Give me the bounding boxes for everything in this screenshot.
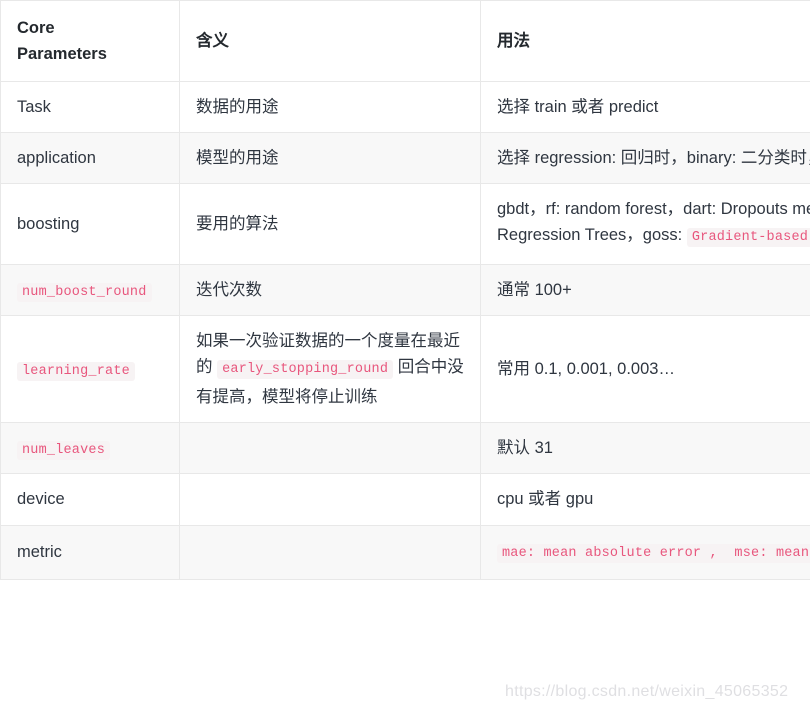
usage-text: cpu 或者 gpu [497, 490, 594, 509]
page-root: Core Parameters 含义 用法 Task 数据的用途 选择 trai… [0, 0, 810, 717]
table-row: application 模型的用途 选择 regression: 回归时，bin… [0, 132, 810, 185]
cell-meaning [179, 473, 481, 526]
cell-parameter-name: application [0, 132, 180, 185]
cell-parameter-name: learning_rate [0, 315, 180, 424]
column-header-meaning: 含义 [179, 0, 481, 83]
table-row: boosting 要用的算法 gbdt，rf: random forest，da… [0, 183, 810, 265]
core-parameters-table: Core Parameters 含义 用法 Task 数据的用途 选择 trai… [0, 0, 810, 581]
cell-usage: 通常 100+ [480, 263, 810, 317]
cell-usage: 选择 train 或者 predict [480, 81, 810, 134]
usage-text: 选择 train 或者 predict [497, 98, 659, 117]
cell-meaning: 要用的算法 [179, 183, 481, 265]
column-header-usage: 用法 [480, 0, 810, 83]
code-chip-metric-values: mae: mean absolute error , mse: mean squ… [497, 543, 810, 563]
table-row: learning_rate 如果一次验证数据的一个度量在最近的 early_st… [0, 315, 810, 424]
code-chip-parameter: learning_rate [17, 362, 135, 382]
cell-usage: 默认 31 [480, 422, 810, 475]
table-row: device cpu 或者 gpu [0, 473, 810, 526]
cell-parameter-name: Task [0, 81, 180, 134]
usage-text: 选择 regression: 回归时，binary: 二分类时，multicla… [497, 149, 810, 168]
table-row: num_leaves 默认 31 [0, 422, 810, 475]
table-header-row: Core Parameters 含义 用法 [0, 0, 810, 83]
usage-text: 通常 100+ [497, 281, 572, 300]
cell-usage: 选择 regression: 回归时，binary: 二分类时，multicla… [480, 132, 810, 185]
cell-usage: 常用 0.1, 0.001, 0.003… [480, 315, 810, 424]
cell-parameter-name: num_boost_round [0, 263, 180, 317]
table-row: metric mae: mean absolute error , mse: m… [0, 524, 810, 581]
code-chip-parameter: num_boost_round [17, 282, 152, 302]
cell-usage: mae: mean absolute error , mse: mean squ… [480, 524, 810, 581]
table-body: Task 数据的用途 选择 train 或者 predict applicati… [0, 81, 810, 581]
cell-meaning: 如果一次验证数据的一个度量在最近的 early_stopping_round 回… [179, 315, 481, 424]
cell-meaning [179, 524, 481, 581]
cell-meaning: 模型的用途 [179, 132, 481, 185]
code-chip-parameter: num_leaves [17, 441, 111, 461]
table-row: Task 数据的用途 选择 train 或者 predict [0, 81, 810, 134]
cell-parameter-name: metric [0, 524, 180, 581]
cell-usage: cpu 或者 gpu [480, 473, 810, 526]
table-row: num_boost_round 迭代次数 通常 100+ [0, 263, 810, 317]
usage-text: 常用 0.1, 0.001, 0.003… [497, 360, 675, 379]
code-chip-early-stopping-round: early_stopping_round [217, 360, 394, 380]
csdn-watermark: https://blog.csdn.net/weixin_45065352 [505, 683, 789, 700]
usage-text: 默认 31 [497, 439, 553, 458]
cell-parameter-name: device [0, 473, 180, 526]
cell-meaning: 数据的用途 [179, 81, 481, 134]
cell-parameter-name: boosting [0, 183, 180, 265]
cell-meaning [179, 422, 481, 475]
table-header: Core Parameters 含义 用法 [0, 0, 810, 83]
cell-usage: gbdt，rf: random forest，dart: Dropouts me… [480, 183, 810, 265]
cell-parameter-name: num_leaves [0, 422, 180, 475]
cell-meaning: 迭代次数 [179, 263, 481, 317]
code-chip-goss: Gradient-based One-Side Sampling [686, 228, 810, 248]
column-header-core-parameters: Core Parameters [0, 0, 180, 83]
